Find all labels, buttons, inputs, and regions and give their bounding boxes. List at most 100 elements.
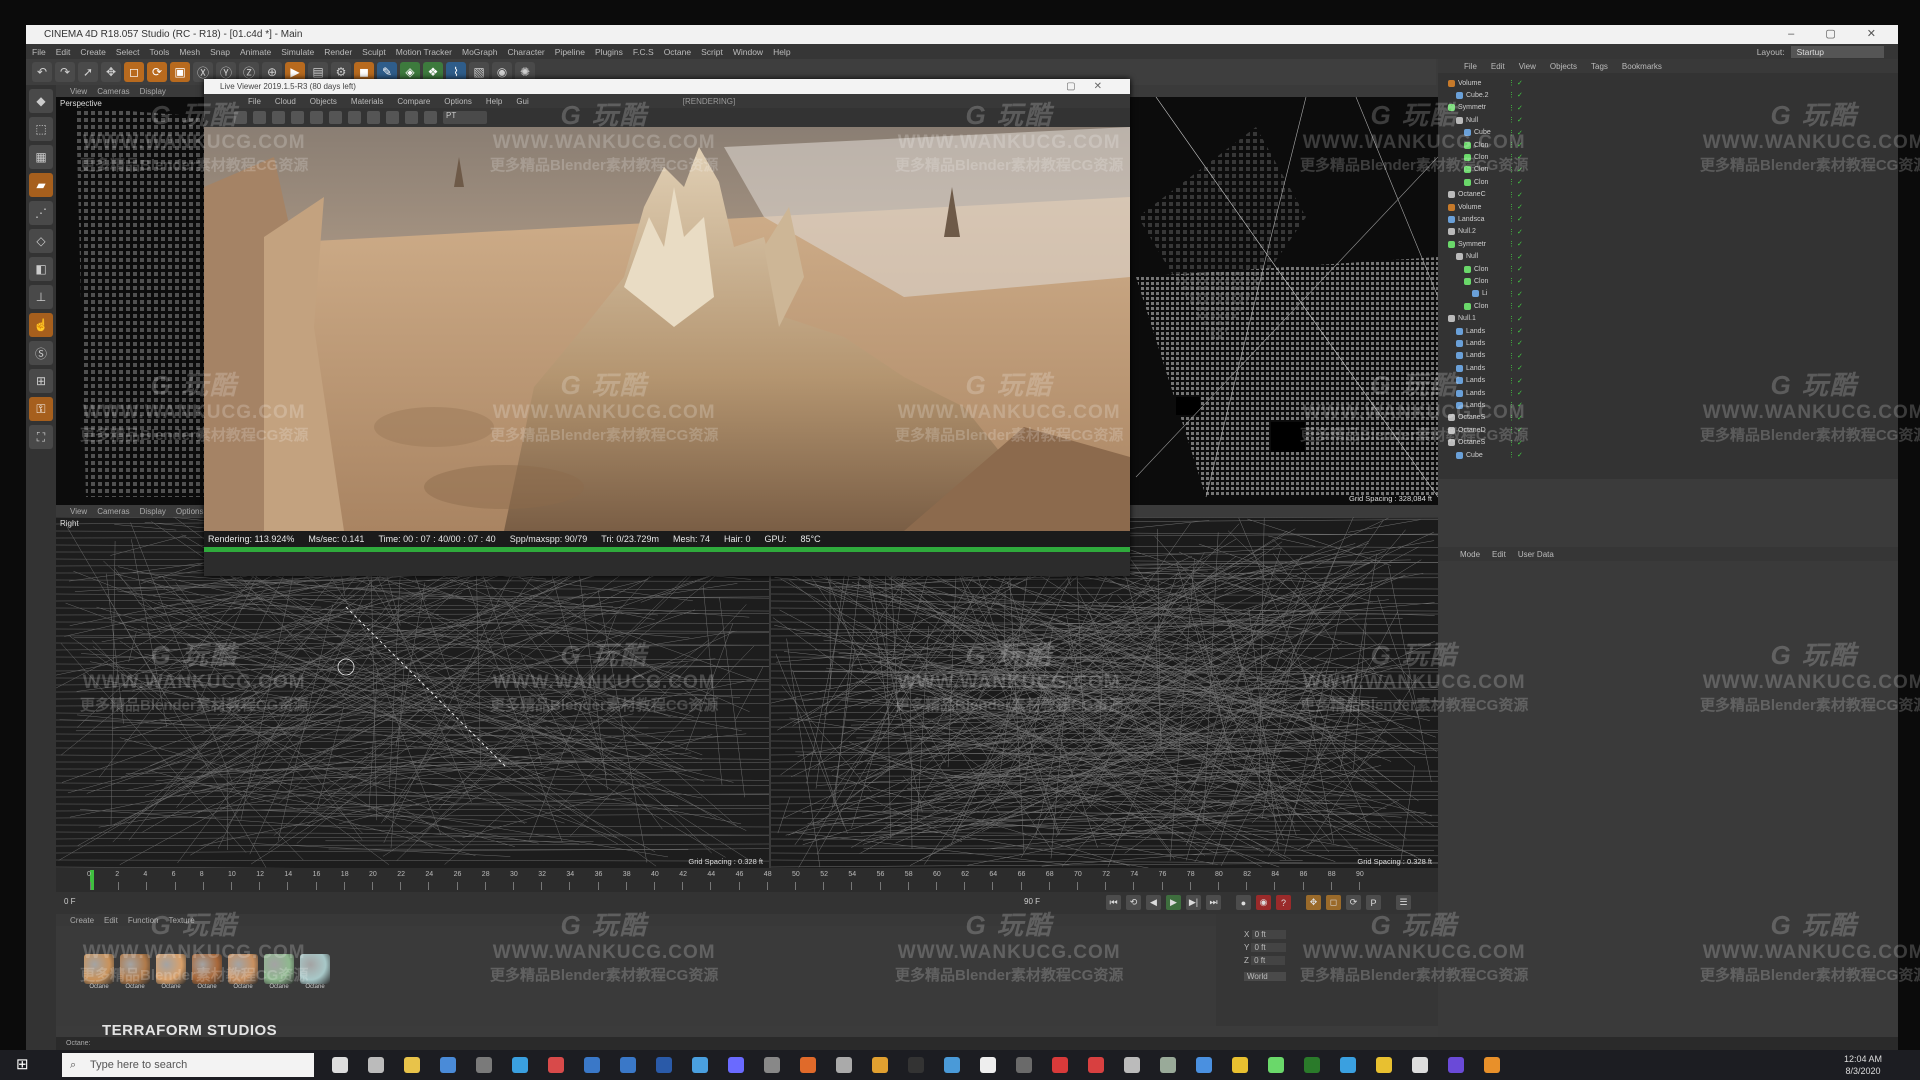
menu-window[interactable]: Window <box>733 47 763 57</box>
rotate-key-icon[interactable]: ⟳ <box>1346 895 1361 910</box>
taskbar-search[interactable]: ⌕ Type here to search <box>62 1053 314 1077</box>
menu-plugins[interactable]: Plugins <box>595 47 623 57</box>
visibility-check-icon[interactable]: ⋮ ✓ <box>1508 364 1523 372</box>
taskbar-app-icon[interactable] <box>1232 1057 1248 1073</box>
taskbar-app-icon[interactable] <box>872 1057 888 1073</box>
object-row[interactable]: Symmetr ⋮ ✓ <box>1448 102 1888 114</box>
pin-icon[interactable] <box>405 111 418 124</box>
live-viewer-controls[interactable]: ▢✕ <box>1066 79 1120 94</box>
menu-render[interactable]: Render <box>324 47 352 57</box>
record-icon[interactable]: ● <box>1236 895 1251 910</box>
am-menu-mode[interactable]: Mode <box>1460 550 1480 559</box>
right-menu-display[interactable]: Display <box>140 507 166 516</box>
mat-menu-texture[interactable]: Texture <box>169 916 195 925</box>
restart-render-icon[interactable] <box>253 111 266 124</box>
object-row[interactable]: OctaneD ⋮ ✓ <box>1448 424 1888 436</box>
visibility-check-icon[interactable]: ⋮ ✓ <box>1508 327 1523 335</box>
object-row[interactable]: Symmetr ⋮ ✓ <box>1448 238 1888 250</box>
keyframe-icon[interactable]: ? <box>1276 895 1291 910</box>
go-to-end-icon[interactable]: ⏭ <box>1206 895 1221 910</box>
make-editable-icon[interactable]: ◆ <box>29 89 53 113</box>
menu-character[interactable]: Character <box>507 47 544 57</box>
coord-mode-dropdown[interactable]: World <box>1244 972 1286 981</box>
object-row[interactable]: OctaneC ⋮ ✓ <box>1448 189 1888 201</box>
coord-z-field[interactable]: 0 ft <box>1251 956 1286 965</box>
axis-mode-icon[interactable]: ⊥ <box>29 285 53 309</box>
texture-mode-icon[interactable]: ▦ <box>29 145 53 169</box>
coord-y-field[interactable]: 0 ft <box>1251 943 1286 952</box>
edges-mode-icon[interactable]: ◇ <box>29 229 53 253</box>
taskbar-app-icon[interactable] <box>1016 1057 1032 1073</box>
param-key-icon[interactable]: P <box>1366 895 1381 910</box>
object-row[interactable]: Null ⋮ ✓ <box>1448 251 1888 263</box>
menu-file[interactable]: File <box>32 47 46 57</box>
taskbar-app-icon[interactable] <box>512 1057 528 1073</box>
taskbar-app-icon[interactable] <box>368 1057 384 1073</box>
visibility-check-icon[interactable]: ⋮ ✓ <box>1508 414 1523 422</box>
am-menu-edit[interactable]: Edit <box>1492 550 1506 559</box>
taskbar-app-icon[interactable] <box>980 1057 996 1073</box>
taskbar-app-icon[interactable] <box>1484 1057 1500 1073</box>
object-row[interactable]: Null.1 ⋮ ✓ <box>1448 313 1888 325</box>
taskbar-app-icon[interactable] <box>1088 1057 1104 1073</box>
taskbar-app-icon[interactable] <box>1376 1057 1392 1073</box>
model-mode-icon[interactable]: ⬚ <box>29 117 53 141</box>
taskbar-app-icon[interactable] <box>1160 1057 1176 1073</box>
material-swatch[interactable]: Octane <box>84 954 114 992</box>
om-menu-objects[interactable]: Objects <box>1550 62 1577 71</box>
loop-icon[interactable]: ⟲ <box>1126 895 1141 910</box>
taskbar-app-icon[interactable] <box>908 1057 924 1073</box>
lv-menu-help[interactable]: Help <box>486 97 502 106</box>
object-row[interactable]: Lands ⋮ ✓ <box>1448 387 1888 399</box>
tweak-icon[interactable]: ☝ <box>29 313 53 337</box>
visibility-check-icon[interactable]: ⋮ ✓ <box>1508 104 1523 112</box>
redo-icon[interactable]: ↷ <box>55 62 75 82</box>
visibility-check-icon[interactable]: ⋮ ✓ <box>1508 253 1523 261</box>
visibility-check-icon[interactable]: ⋮ ✓ <box>1508 215 1523 223</box>
taskbar-app-icon[interactable] <box>692 1057 708 1073</box>
taskbar-app-icon[interactable] <box>548 1057 564 1073</box>
windows-start-icon[interactable]: ⊞ <box>16 1056 34 1074</box>
object-row[interactable]: OctaneS ⋮ ✓ <box>1448 437 1888 449</box>
mat-menu-edit[interactable]: Edit <box>104 916 118 925</box>
material-swatch[interactable]: Octane <box>120 954 150 992</box>
quantize-icon[interactable]: ⊞ <box>29 369 53 393</box>
object-row[interactable]: Clon ⋮ ✓ <box>1448 263 1888 275</box>
menu-animate[interactable]: Animate <box>240 47 271 57</box>
visibility-check-icon[interactable]: ⋮ ✓ <box>1508 79 1523 87</box>
undo-icon[interactable]: ↶ <box>32 62 52 82</box>
lock-workplane-icon[interactable]: ⚿ <box>29 397 53 421</box>
workplane-icon[interactable]: ▰ <box>29 173 53 197</box>
object-row[interactable]: Volume ⋮ ✓ <box>1448 201 1888 213</box>
object-row[interactable]: Landsca ⋮ ✓ <box>1448 213 1888 225</box>
object-row[interactable]: Li ⋮ ✓ <box>1448 288 1888 300</box>
visibility-check-icon[interactable]: ⋮ ✓ <box>1508 178 1523 186</box>
persp-menu-display[interactable]: Display <box>140 87 166 96</box>
object-row[interactable]: Cube.2 ⋮ ✓ <box>1448 89 1888 101</box>
visibility-check-icon[interactable]: ⋮ ✓ <box>1508 228 1523 236</box>
planar-icon[interactable]: ⛶ <box>29 425 53 449</box>
taskbar-app-icon[interactable] <box>1448 1057 1464 1073</box>
object-row[interactable]: Lands ⋮ ✓ <box>1448 350 1888 362</box>
object-row[interactable]: Lands ⋮ ✓ <box>1448 399 1888 411</box>
taskbar-app-icon[interactable] <box>620 1057 636 1073</box>
taskbar-app-icon[interactable] <box>836 1057 852 1073</box>
persp-menu-cameras[interactable]: Cameras <box>97 87 129 96</box>
window-controls[interactable]: – ▢ ✕ <box>1788 25 1890 44</box>
move-icon[interactable]: ✥ <box>101 62 121 82</box>
stop-render-icon[interactable] <box>291 111 304 124</box>
visibility-check-icon[interactable]: ⋮ ✓ <box>1508 302 1523 310</box>
object-row[interactable]: Clon ⋮ ✓ <box>1448 164 1888 176</box>
object-row[interactable]: Null.2 ⋮ ✓ <box>1448 226 1888 238</box>
object-row[interactable]: Clon ⋮ ✓ <box>1448 176 1888 188</box>
visibility-check-icon[interactable]: ⋮ ✓ <box>1508 203 1523 211</box>
end-frame[interactable]: 90 F <box>1024 897 1040 906</box>
scale-icon[interactable]: ◻ <box>124 62 144 82</box>
timeline-ruler[interactable]: 0 2 4 6 8 10 12 14 16 18 20 22 24 26 28 30 32 34 36 38 40 42 4… <box>56 868 1438 892</box>
region-icon[interactable] <box>367 111 380 124</box>
lock-icon[interactable] <box>329 111 342 124</box>
object-row[interactable]: Cube ⋮ ✓ <box>1448 449 1888 461</box>
visibility-check-icon[interactable]: ⋮ ✓ <box>1508 426 1523 434</box>
object-row[interactable]: Lands ⋮ ✓ <box>1448 337 1888 349</box>
prev-frame-icon[interactable]: ◀ <box>1146 895 1161 910</box>
